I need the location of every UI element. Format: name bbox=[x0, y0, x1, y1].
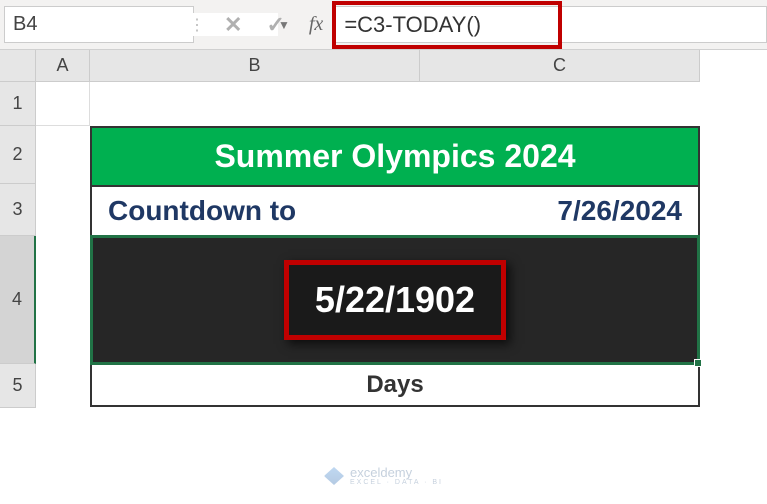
fx-label[interactable]: fx bbox=[309, 6, 335, 43]
formula-bar: ▼ ⋮ ✕ ✓ fx =C3-TODAY() bbox=[0, 0, 767, 50]
watermark-sub: EXCEL · DATA · BI bbox=[350, 479, 443, 486]
watermark-name: exceldemy bbox=[350, 466, 443, 479]
column-headers: A B C bbox=[36, 50, 700, 82]
formula-input-container[interactable]: =C3-TODAY() bbox=[335, 6, 767, 43]
col-header-b[interactable]: B bbox=[90, 50, 420, 82]
cancel-icon: ✕ bbox=[224, 12, 242, 38]
formula-input[interactable]: =C3-TODAY() bbox=[344, 12, 481, 38]
title-cell[interactable]: Summer Olympics 2024 bbox=[90, 126, 700, 187]
content-table: Summer Olympics 2024 Countdown to 7/26/2… bbox=[90, 126, 700, 407]
row-header-4[interactable]: 4 bbox=[0, 236, 36, 364]
enter-icon: ✓ bbox=[266, 12, 284, 38]
row-header-5[interactable]: 5 bbox=[0, 364, 36, 408]
name-box-container[interactable]: ▼ bbox=[4, 6, 194, 43]
col-header-a[interactable]: A bbox=[36, 50, 90, 82]
countdown-label-cell[interactable]: Countdown to bbox=[92, 187, 422, 235]
formula-bar-buttons: ✕ ✓ bbox=[200, 6, 309, 43]
watermark: exceldemy EXCEL · DATA · BI bbox=[324, 466, 443, 486]
countdown-row: Countdown to 7/26/2024 bbox=[90, 187, 700, 237]
select-all-corner[interactable] bbox=[0, 50, 36, 82]
row-headers: 1 2 3 4 5 bbox=[0, 82, 36, 408]
result-value: 5/22/1902 bbox=[284, 260, 506, 340]
result-cell[interactable]: 5/22/1902 bbox=[90, 237, 700, 365]
sheet-area: A B C 1 2 3 4 5 Summer Olympics 2024 Cou… bbox=[0, 50, 767, 504]
row-header-1[interactable]: 1 bbox=[0, 82, 36, 126]
row-header-3[interactable]: 3 bbox=[0, 184, 36, 236]
countdown-date-cell[interactable]: 7/26/2024 bbox=[422, 187, 698, 235]
days-label-cell[interactable]: Days bbox=[90, 365, 700, 407]
row-header-2[interactable]: 2 bbox=[0, 126, 36, 184]
cell-a1[interactable] bbox=[36, 82, 90, 126]
col-header-c[interactable]: C bbox=[420, 50, 700, 82]
watermark-icon bbox=[324, 467, 344, 485]
